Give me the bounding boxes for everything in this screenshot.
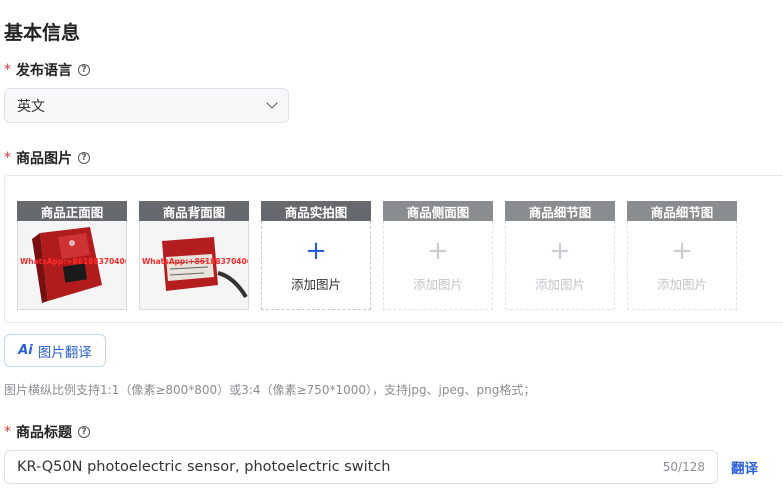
section-title: 基本信息 [4,22,81,44]
add-image-button[interactable]: + 添加图片 [261,221,371,310]
plus-icon: + [427,235,449,266]
plus-icon: + [549,235,571,266]
title-label-row: * 商品标题 ? [4,422,90,442]
image-watermark: WhatsApp:+8618837040688 [142,257,248,266]
char-counter: 50/128 [662,460,705,474]
language-label-row: * 发布语言 ? [4,60,90,80]
image-requirements-hint: 图片横纵比例支持1:1（像素≥800*800）或3:4（像素≥750*1000）… [4,383,536,397]
product-title-input[interactable]: KR-Q50N photoelectric sensor, photoelect… [4,450,718,484]
add-image-button-disabled: + 添加图片 [505,221,615,310]
required-mark: * [4,150,11,166]
required-mark: * [4,62,11,78]
image-watermark: WhatsApp:+8618837040688 [20,257,126,266]
product-photo-front[interactable]: WhatsApp:+8618837040688 [17,221,127,310]
slot-title: 商品侧面图 [383,201,493,221]
language-select[interactable]: 英文 [4,88,289,123]
image-upload-panel: 商品正面图 WhatsApp:+8618837040688 商品背面图 [4,175,783,323]
add-image-button-disabled: + 添加图片 [627,221,737,310]
ai-icon: Ai [18,343,33,358]
add-image-label: 添加图片 [534,276,585,292]
image-slot-side: 商品侧面图 + 添加图片 [383,201,493,311]
add-image-label: 添加图片 [656,276,707,292]
add-image-label: 添加图片 [412,276,463,292]
language-label: 发布语言 [16,63,72,79]
image-slot-detail-1: 商品细节图 + 添加图片 [505,201,615,311]
translate-title-link[interactable]: 翻译 [731,457,758,477]
slot-title: 商品细节图 [505,201,615,221]
help-icon[interactable]: ? [78,64,90,76]
add-image-label: 添加图片 [290,276,341,292]
add-image-button-disabled: + 添加图片 [383,221,493,310]
help-icon[interactable]: ? [78,426,90,438]
language-selected-value: 英文 [17,98,45,115]
images-label-row: * 商品图片 ? [4,148,90,168]
slot-title: 商品背面图 [139,201,249,221]
image-slot-actual[interactable]: 商品实拍图 + 添加图片 [261,201,371,311]
product-title-value: KR-Q50N photoelectric sensor, photoelect… [17,459,391,475]
image-slot-front[interactable]: 商品正面图 WhatsApp:+8618837040688 [17,201,127,311]
image-slot-back[interactable]: 商品背面图 WhatsApp:+8618837040688 [139,201,249,311]
title-label: 商品标题 [16,425,72,441]
plus-icon: + [671,235,693,266]
slot-title: 商品正面图 [17,201,127,221]
chevron-down-icon [266,97,278,109]
image-translate-button[interactable]: Ai 图片翻译 [4,334,106,367]
slot-title: 商品细节图 [627,201,737,221]
image-slot-detail-2: 商品细节图 + 添加图片 [627,201,737,311]
slot-title: 商品实拍图 [261,201,371,221]
image-translate-label: 图片翻译 [37,344,92,361]
images-label: 商品图片 [16,151,72,167]
help-icon[interactable]: ? [78,152,90,164]
plus-icon: + [305,235,327,266]
product-photo-back[interactable]: WhatsApp:+8618837040688 [139,221,249,310]
required-mark: * [4,424,11,440]
